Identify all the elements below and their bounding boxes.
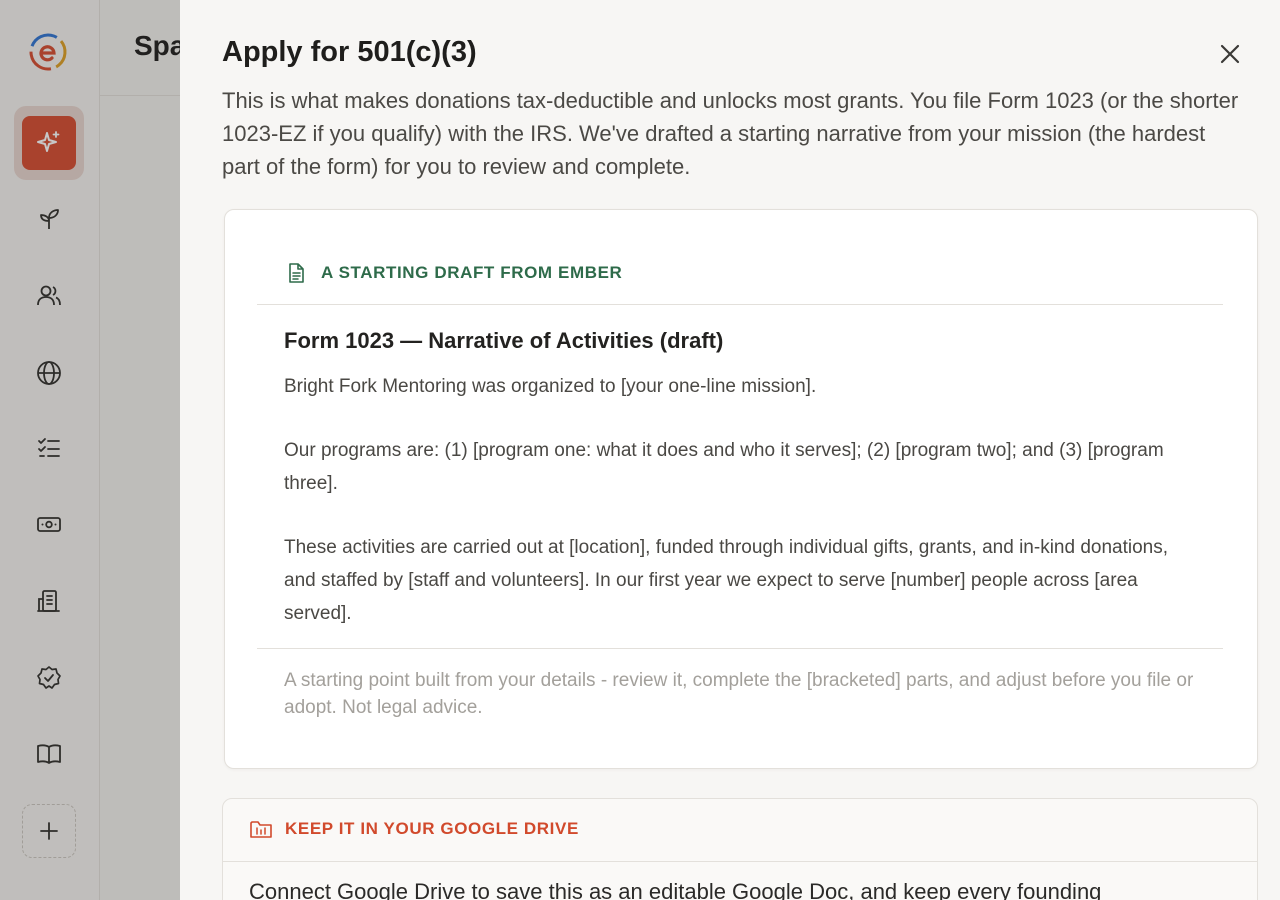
draft-divider-bottom [257, 648, 1223, 649]
draft-heading: Form 1023 — Narrative of Activities (dra… [284, 328, 724, 353]
draft-body[interactable]: Bright Fork Mentoring was organized to [… [284, 370, 1204, 661]
draft-paragraph: These activities are carried out at [loc… [284, 537, 1169, 624]
drive-card-header: KEEP IT IN YOUR GOOGLE DRIVE [249, 817, 579, 841]
close-button[interactable] [1214, 38, 1246, 70]
document-icon [289, 263, 304, 283]
draft-section-label: A STARTING DRAFT FROM EMBER [321, 263, 623, 282]
close-icon [1220, 44, 1240, 64]
draft-card-header: A STARTING DRAFT FROM EMBER [285, 262, 622, 284]
draft-disclaimer: A starting point built from your details… [284, 670, 1194, 718]
draft-paragraph: Our programs are: (1) [program one: what… [284, 440, 1164, 494]
draft-card: A STARTING DRAFT FROM EMBER Form 1023 — … [224, 209, 1258, 769]
sheet-title: Apply for 501(c)(3) [222, 36, 477, 68]
app-root: Spa Apply for 501(c)(3) This is what mak… [0, 0, 1280, 900]
apply-501c3-sheet: Apply for 501(c)(3) This is what makes d… [180, 0, 1280, 900]
draft-paragraph: Bright Fork Mentoring was organized to [… [284, 376, 817, 397]
draft-divider-top [257, 304, 1223, 305]
google-drive-card: KEEP IT IN YOUR GOOGLE DRIVE Connect Goo… [222, 798, 1258, 900]
drive-section-label: KEEP IT IN YOUR GOOGLE DRIVE [285, 819, 579, 838]
folder-drive-icon [250, 821, 272, 838]
drive-description: Connect Google Drive to save this as an … [249, 879, 1102, 900]
sheet-description: This is what makes donations tax-deducti… [222, 88, 1239, 179]
drive-divider [223, 861, 1257, 862]
